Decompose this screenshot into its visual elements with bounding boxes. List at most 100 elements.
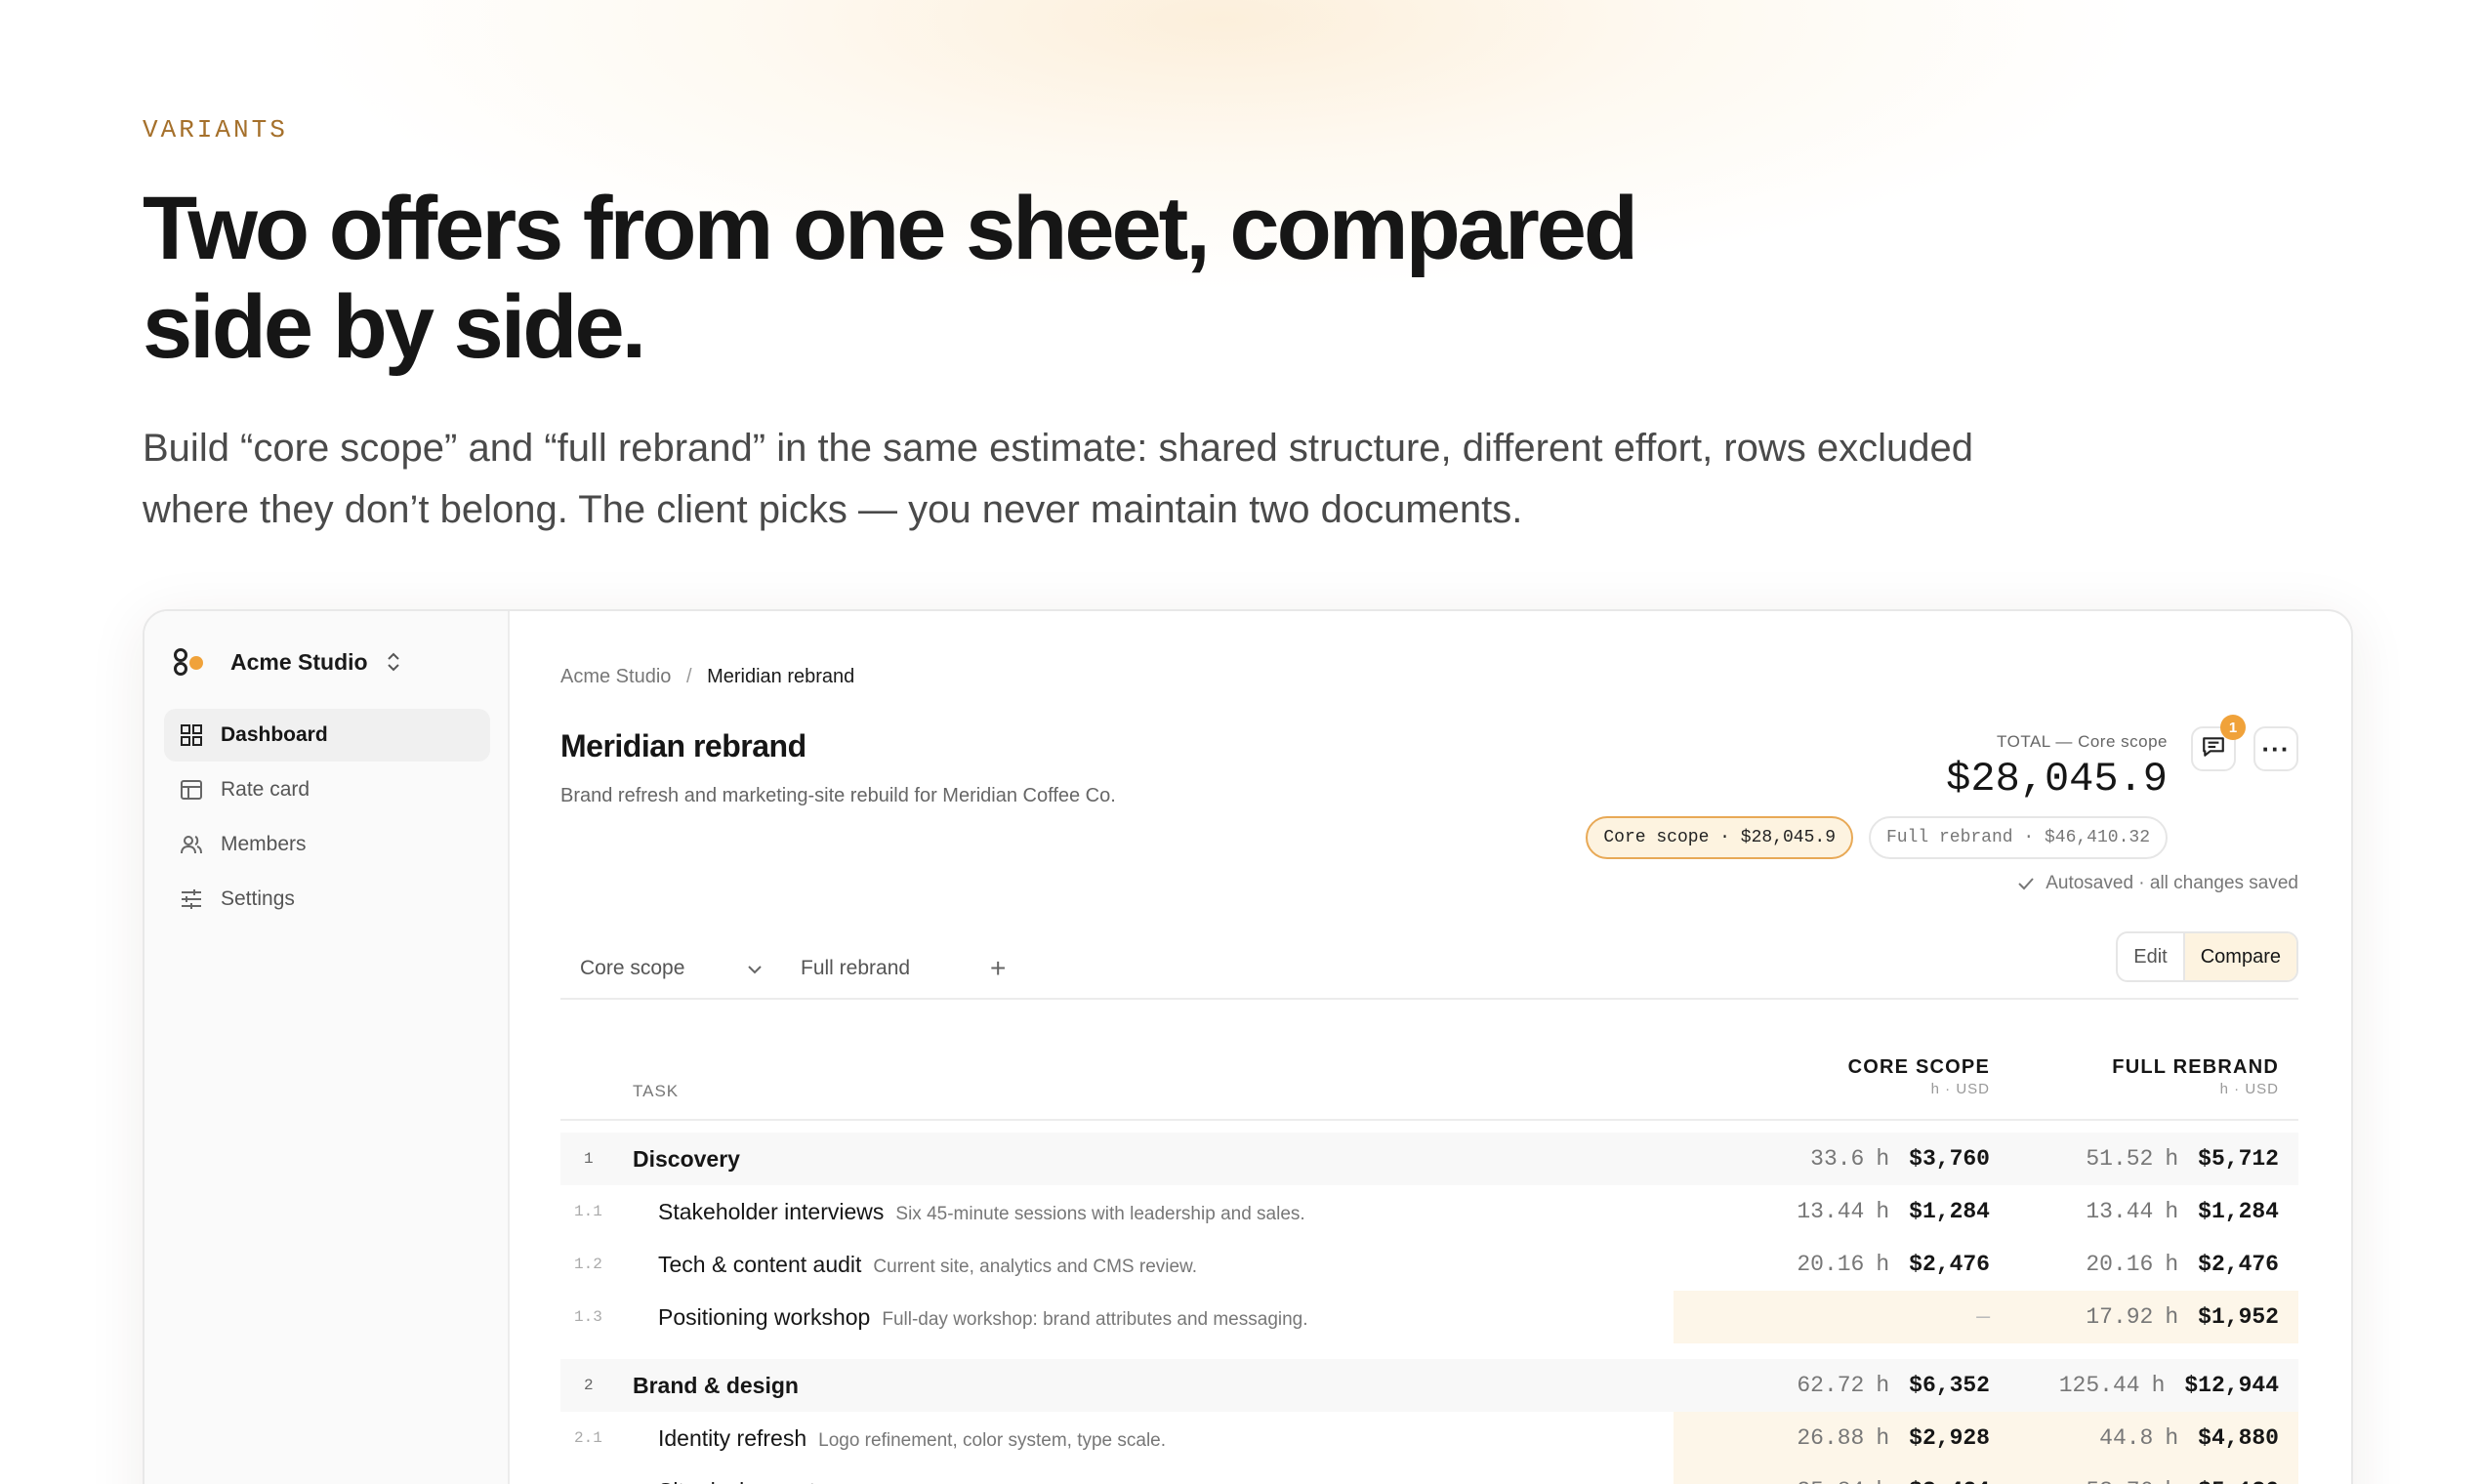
- task-cell[interactable]: Discovery: [633, 1146, 740, 1173]
- grid-icon: [180, 723, 203, 747]
- edit-mode-button[interactable]: Edit: [2118, 933, 2182, 980]
- full-value-cell[interactable]: 20.16 h $2,476: [2086, 1238, 2279, 1291]
- page-description: Brand refresh and marketing-site rebuild…: [560, 785, 1116, 806]
- core-value-cell[interactable]: —: [1976, 1291, 1990, 1343]
- column-units-full: h · USD: [2219, 1081, 2279, 1097]
- main-panel: Acme Studio / Meridian rebrand Meridian …: [510, 611, 2351, 1484]
- full-usd: $1,952: [2198, 1304, 2279, 1330]
- task-cell[interactable]: Tech & content audit Current site, analyt…: [658, 1252, 1197, 1278]
- full-value-cell[interactable]: 51.52 h $5,712: [2086, 1133, 2279, 1185]
- table-row[interactable]: 2.1 Identity refresh Logo refinement, colo…: [560, 1412, 2298, 1464]
- hours-unit: h: [2165, 1146, 2179, 1172]
- sidebar-item-members[interactable]: Members: [164, 818, 490, 871]
- row-number: 2: [584, 1377, 594, 1394]
- workspace-name: Acme Studio: [230, 648, 368, 675]
- core-hours: 13.44: [1797, 1199, 1865, 1224]
- task-name: Stakeholder interviews: [658, 1198, 885, 1224]
- row-number: 1.3: [574, 1308, 602, 1326]
- eyebrow: VARIANTS: [143, 115, 288, 144]
- table-row[interactable]: 2.2Site design systemComponents, page te…: [560, 1464, 2298, 1484]
- core-hours: 20.16: [1797, 1252, 1865, 1277]
- core-value-cell[interactable]: 26.88 h $2,928: [1797, 1412, 1990, 1464]
- total-label: TOTAL — Core scope: [1997, 732, 2168, 751]
- full-value-cell[interactable]: 17.92 h $1,952: [2086, 1291, 2279, 1343]
- lede: Build “core scope” and “full rebrand” in…: [143, 427, 1973, 531]
- hours-unit: h: [1876, 1373, 1890, 1398]
- sidebar-item-dashboard[interactable]: Dashboard: [164, 709, 490, 762]
- table-row[interactable]: 1.2 Tech & content audit Current site, ana…: [560, 1238, 2298, 1291]
- hours-unit: h: [2165, 1252, 2179, 1277]
- core-hours: 35.84: [1797, 1478, 1864, 1484]
- hours-unit: h: [1876, 1478, 1889, 1484]
- chevron-down-icon[interactable]: [746, 961, 764, 983]
- sidebar-item-label: Settings: [221, 887, 295, 910]
- table-row[interactable]: 1.1 Stakeholder interviews Six 45-minute s…: [560, 1185, 2298, 1238]
- tab-full-rebrand[interactable]: Full rebrand: [801, 957, 910, 980]
- full-usd: $5,136: [2198, 1478, 2279, 1484]
- column-units-core: h · USD: [1930, 1081, 1990, 1097]
- breadcrumb-root[interactable]: Acme Studio: [560, 666, 671, 687]
- variant-pill-core[interactable]: Core scope · $28,045.9: [1586, 816, 1853, 859]
- check-icon: [2018, 878, 2034, 890]
- column-title-full: FULL REBRAND: [2112, 1056, 2279, 1078]
- users-icon: [180, 833, 203, 856]
- table-body: 1 Discovery 33.6 h $3,760 51.52 h $5,712 1.1 Stak…: [560, 1133, 2298, 1484]
- workspace-switcher[interactable]: Acme Studio: [172, 640, 401, 683]
- variant-pill-full[interactable]: Full rebrand · $46,410.32: [1868, 816, 2168, 859]
- task-name: Identity refresh: [658, 1424, 807, 1451]
- full-usd: $5,712: [2198, 1146, 2279, 1172]
- task-cell[interactable]: Stakeholder interviews Six 45-minute sess…: [658, 1199, 1305, 1225]
- app-window: Acme Studio Dashboard Rate card Members …: [143, 609, 2353, 1484]
- task-name: Site design system: [658, 1478, 847, 1484]
- full-hours: 125.44: [2058, 1373, 2140, 1398]
- core-usd: $1,284: [1909, 1199, 1990, 1224]
- core-value-cell[interactable]: 62.72 h $6,352: [1797, 1359, 1990, 1412]
- core-hours: 62.72: [1797, 1373, 1865, 1398]
- task-cell[interactable]: Brand & design: [633, 1373, 799, 1399]
- table-icon: [180, 778, 203, 802]
- row-number: 2.1: [574, 1429, 602, 1447]
- full-value-cell[interactable]: 13.44 h $1,284: [2086, 1185, 2279, 1238]
- full-value-cell[interactable]: 125.44 h $12,944: [2059, 1359, 2279, 1412]
- core-value-cell[interactable]: 35.84 h $3,424: [1797, 1464, 1990, 1484]
- core-value-cell[interactable]: 20.16 h $2,476: [1797, 1238, 1990, 1291]
- sidebar-nav: Dashboard Rate card Members Settings: [164, 709, 490, 928]
- hours-unit: h: [1876, 1252, 1890, 1277]
- column-header-core: CORE SCOPE h · USD: [1848, 1056, 1990, 1097]
- tab-core-scope[interactable]: Core scope: [580, 957, 684, 980]
- task-note: Current site, analytics and CMS review.: [873, 1256, 1197, 1277]
- full-usd: $4,880: [2198, 1425, 2279, 1451]
- full-value-cell[interactable]: 53.76 h $5,136: [2086, 1464, 2279, 1484]
- core-usd: $3,760: [1909, 1146, 1990, 1172]
- autosave-status: Autosaved · all changes saved: [2016, 873, 2298, 894]
- full-usd: $1,284: [2198, 1199, 2279, 1224]
- task-cell[interactable]: Site design systemComponents, page templ…: [658, 1478, 1260, 1484]
- core-value-cell[interactable]: 13.44 h $1,284: [1797, 1185, 1990, 1238]
- full-hours: 53.76: [2086, 1478, 2153, 1484]
- core-value-cell[interactable]: 33.6 h $3,760: [1810, 1133, 1990, 1185]
- section-row[interactable]: 1 Discovery 33.6 h $3,760 51.52 h $5,712: [560, 1133, 2298, 1185]
- autosave-text: Autosaved · all changes saved: [2046, 873, 2298, 893]
- sidebar-item-rate-card[interactable]: Rate card: [164, 763, 490, 816]
- table-row[interactable]: 1.3 Positioning workshop Full-day workshop…: [560, 1291, 2298, 1343]
- compare-mode-button[interactable]: Compare: [2182, 933, 2296, 980]
- task-cell[interactable]: Positioning workshop Full-day workshop: b…: [658, 1304, 1308, 1331]
- sidebar: Acme Studio Dashboard Rate card Members …: [145, 611, 510, 1484]
- task-cell[interactable]: Identity refresh Logo refinement, color s…: [658, 1425, 1166, 1452]
- breadcrumb-current: Meridian rebrand: [707, 666, 855, 687]
- more-options-button[interactable]: ···: [2253, 726, 2298, 771]
- page-title: Meridian rebrand: [560, 728, 806, 763]
- column-header-full: FULL REBRAND h · USD: [2112, 1056, 2279, 1097]
- section-row[interactable]: 2 Brand & design 62.72 h $6,352 125.44 h $12,94…: [560, 1359, 2298, 1412]
- estimate-table: TASK CORE SCOPE h · USD FULL REBRAND h ·…: [560, 1013, 2298, 1484]
- task-note: Logo refinement, color system, type scal…: [818, 1429, 1167, 1451]
- core-hours: 26.88: [1797, 1425, 1865, 1451]
- row-number: 1.2: [574, 1256, 602, 1273]
- breadcrumb: Acme Studio / Meridian rebrand: [560, 666, 854, 688]
- full-value-cell[interactable]: 44.8 h $4,880: [2099, 1412, 2279, 1464]
- comments-button[interactable]: 1: [2191, 715, 2246, 771]
- comment-icon: [2201, 734, 2226, 764]
- studio-logo-icon: [172, 644, 207, 680]
- sidebar-item-settings[interactable]: Settings: [164, 873, 490, 926]
- add-variant-button[interactable]: +: [990, 953, 1006, 984]
